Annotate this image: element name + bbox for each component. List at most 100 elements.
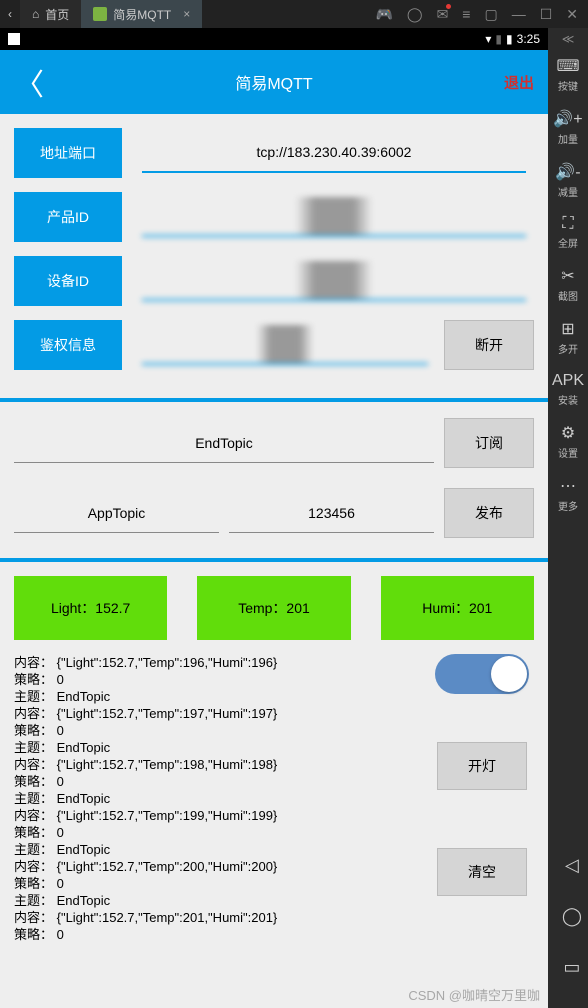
nav-back-icon[interactable]: ◁ <box>565 855 579 876</box>
sidebar-item-更多[interactable]: ⋯ 更多 <box>548 470 588 523</box>
home-icon: ⌂ <box>32 7 39 21</box>
sidebar-icon: ⛶ <box>548 215 588 233</box>
sidebar-item-加量[interactable]: 🔊+ 加量 <box>548 103 588 156</box>
tab-home-label: 首页 <box>45 6 69 23</box>
sidebar-item-设置[interactable]: ⚙ 设置 <box>548 417 588 470</box>
publish-msg-input[interactable]: 123456 <box>229 493 434 533</box>
temp-box: Temp：201 <box>197 576 350 640</box>
device-input[interactable]: xxxx <box>142 261 526 301</box>
log-line: 主题： EndTopic <box>14 688 430 705</box>
clock: 3:25 <box>517 32 540 46</box>
log-line: 主题： EndTopic <box>14 892 430 909</box>
product-input[interactable]: xxxx <box>142 197 526 237</box>
back-arrow-icon[interactable]: ‹ <box>0 7 20 21</box>
sidebar-icon: ✂ <box>548 266 588 286</box>
sidebar-label: 截图 <box>548 288 588 303</box>
divider <box>0 398 548 402</box>
battery-icon: ▮ <box>506 32 513 46</box>
log-line: 策略： 0 <box>14 875 430 892</box>
sidebar-label: 安装 <box>548 392 588 407</box>
log-line: 内容： {"Light":152.7,"Temp":200,"Humi":200… <box>14 858 430 875</box>
sidebar-item-按键[interactable]: ⌨ 按键 <box>548 50 588 103</box>
subscribe-topic-input[interactable]: EndTopic <box>14 423 434 463</box>
publish-button[interactable]: 发布 <box>444 488 534 538</box>
tab-active[interactable]: 简易MQTT × <box>81 0 202 28</box>
window-tab-bar: ‹ ⌂ 首页 简易MQTT × 🎮 ◯ ✉ ≡ ▢ — ☐ ✕ <box>0 0 588 28</box>
sidebar-label: 加量 <box>548 131 588 146</box>
addr-input[interactable]: tcp://183.230.40.39:6002 <box>142 133 526 173</box>
log-line: 主题： EndTopic <box>14 790 430 807</box>
addr-label: 地址端口 <box>14 128 122 178</box>
log-line: 内容： {"Light":152.7,"Temp":201,"Humi":201… <box>14 909 430 926</box>
sidebar-label: 多开 <box>548 341 588 356</box>
sidebar-item-减量[interactable]: 🔊- 减量 <box>548 156 588 209</box>
android-nav-keys: ◁ ◯ ▭ <box>562 855 582 978</box>
log-line: 策略： 0 <box>14 722 430 739</box>
sidebar-icon: ⌨ <box>548 56 588 76</box>
log-line: 主题： EndTopic <box>14 841 430 858</box>
tab-home[interactable]: ⌂ 首页 <box>20 0 81 28</box>
auth-input[interactable]: xx <box>142 325 428 365</box>
humi-box: Humi：201 <box>381 576 534 640</box>
subscribe-button[interactable]: 订阅 <box>444 418 534 468</box>
close-icon[interactable]: × <box>183 7 190 21</box>
log-line: 内容： {"Light":152.7,"Temp":199,"Humi":199… <box>14 807 430 824</box>
exit-button[interactable]: 退出 <box>504 72 534 93</box>
log-line: 策略： 0 <box>14 824 430 841</box>
signal-icon: ▮ <box>495 32 502 46</box>
sidebar-item-截图[interactable]: ✂ 截图 <box>548 260 588 313</box>
sidebar-label: 按键 <box>548 78 588 93</box>
collapse-icon[interactable]: ≪ <box>562 28 575 50</box>
disconnect-button[interactable]: 断开 <box>444 320 534 370</box>
log-line: 策略： 0 <box>14 773 430 790</box>
maximize-icon[interactable]: ☐ <box>540 6 553 23</box>
log-output: 内容： {"Light":152.7,"Temp":196,"Humi":196… <box>14 654 430 943</box>
user-icon[interactable]: ◯ <box>407 6 423 23</box>
log-line: 内容： {"Light":152.7,"Temp":196,"Humi":196… <box>14 654 430 671</box>
publish-topic-input[interactable]: AppTopic <box>14 493 219 533</box>
sidebar-item-全屏[interactable]: ⛶ 全屏 <box>548 209 588 260</box>
device-label: 设备ID <box>14 256 122 306</box>
mail-icon[interactable]: ✉ <box>437 6 449 23</box>
notification-icon <box>8 33 20 45</box>
menu-icon[interactable]: ≡ <box>462 6 470 23</box>
watermark: CSDN @咖晴空万里咖 <box>408 985 540 1004</box>
sidebar-label: 设置 <box>548 445 588 460</box>
sidebar-icon: 🔊- <box>548 162 588 182</box>
sidebar-item-多开[interactable]: ⊞ 多开 <box>548 313 588 366</box>
toggle-switch[interactable] <box>435 654 529 694</box>
nav-home-icon[interactable]: ◯ <box>562 906 582 927</box>
sidebar-icon: ⚙ <box>548 423 588 443</box>
log-line: 内容： {"Light":152.7,"Temp":198,"Humi":198… <box>14 756 430 773</box>
app-icon <box>93 7 107 21</box>
gamepad-icon[interactable]: 🎮 <box>375 6 392 23</box>
page-title: 简易MQTT <box>44 70 504 94</box>
product-label: 产品ID <box>14 192 122 242</box>
sidebar-icon: ⊞ <box>548 319 588 339</box>
sidebar-label: 全屏 <box>548 235 588 250</box>
sidebar-label: 减量 <box>548 184 588 199</box>
sidebar-label: 更多 <box>548 498 588 513</box>
divider <box>0 558 548 562</box>
sidebar-icon: APK <box>548 372 588 390</box>
tab-active-label: 简易MQTT <box>113 6 171 23</box>
log-line: 策略： 0 <box>14 671 430 688</box>
minimize-icon[interactable]: — <box>512 6 526 23</box>
window-controls: 🎮 ◯ ✉ ≡ ▢ — ☐ ✕ <box>375 6 588 23</box>
close-window-icon[interactable]: ✕ <box>566 6 578 23</box>
log-line: 内容： {"Light":152.7,"Temp":197,"Humi":197… <box>14 705 430 722</box>
nav-recent-icon[interactable]: ▭ <box>563 957 580 978</box>
device-icon[interactable]: ▢ <box>484 6 497 23</box>
auth-label: 鉴权信息 <box>14 320 122 370</box>
light-box: Light：152.7 <box>14 576 167 640</box>
android-status-bar: ▾ ▮ ▮ 3:25 <box>0 28 548 50</box>
sidebar-icon: 🔊+ <box>548 109 588 129</box>
app-header: 〈 简易MQTT 退出 <box>0 50 548 114</box>
emulator-screen: ▾ ▮ ▮ 3:25 〈 简易MQTT 退出 地址端口 tcp://183.23… <box>0 28 548 1008</box>
back-button[interactable]: 〈 <box>14 60 44 104</box>
light-on-button[interactable]: 开灯 <box>437 742 527 790</box>
wifi-icon: ▾ <box>485 32 491 46</box>
sidebar-item-安装[interactable]: APK 安装 <box>548 366 588 417</box>
sidebar-icon: ⋯ <box>548 476 588 496</box>
clear-button[interactable]: 清空 <box>437 848 527 896</box>
